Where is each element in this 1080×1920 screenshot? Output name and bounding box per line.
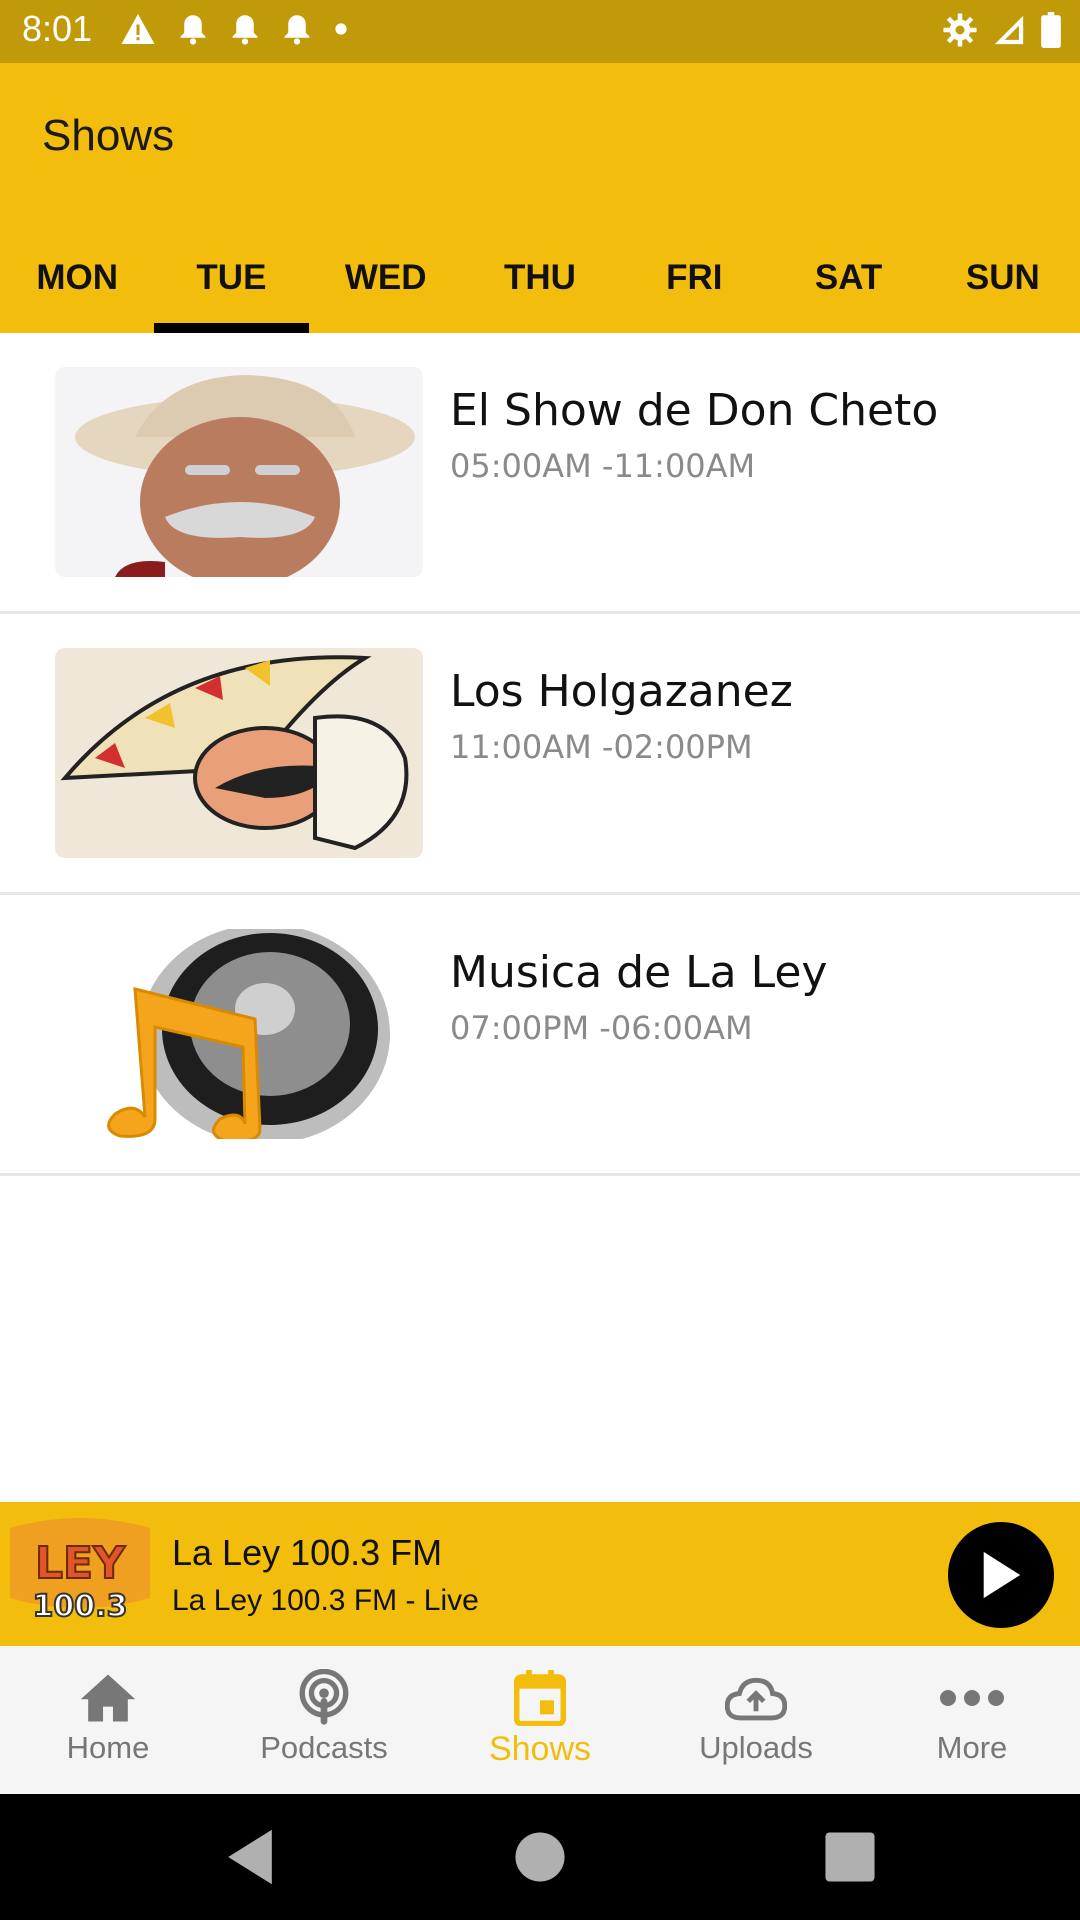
now-playing-bar[interactable]: LEY 100.3 La Ley 100.3 FM La Ley 100.3 F… (0, 1502, 1080, 1646)
calendar-icon (514, 1670, 566, 1726)
nav-shows[interactable]: Shows (432, 1646, 648, 1794)
podcast-icon (299, 1669, 349, 1725)
system-navigation-bar (0, 1794, 1080, 1920)
player-subtitle: La Ley 100.3 FM - Live (172, 1584, 479, 1617)
player-title: La Ley 100.3 FM (172, 1532, 443, 1573)
bell-icon (232, 15, 258, 45)
show-time: 11:00AM -02:00PM (450, 728, 753, 766)
show-row[interactable]: Los Holgazanez 11:00AM -02:00PM (0, 614, 1080, 895)
notification-icons (120, 12, 348, 46)
show-time: 05:00AM -11:00AM (450, 447, 756, 485)
show-list: El Show de Don Cheto 05:00AM -11:00AM Lo… (0, 333, 1080, 1176)
tab-mon[interactable]: MON (0, 223, 154, 333)
play-button[interactable] (948, 1522, 1054, 1628)
bell-icon (180, 15, 206, 45)
station-logo: LEY 100.3 (0, 1508, 160, 1644)
nav-home[interactable]: Home (0, 1646, 216, 1794)
show-thumbnail-host-photo (55, 367, 423, 577)
more-dots-icon (940, 1690, 1004, 1706)
page-title: Shows (42, 111, 175, 160)
svg-text:LEY: LEY (35, 1538, 126, 1589)
show-row[interactable]: El Show de Don Cheto 05:00AM -11:00AM (0, 333, 1080, 614)
home-icon (80, 1674, 136, 1722)
status-bar: 8:01 (0, 0, 1080, 63)
home-circle-icon[interactable] (512, 1827, 568, 1887)
battery-icon (1041, 12, 1061, 48)
tab-sun[interactable]: SUN (926, 223, 1080, 333)
cloud-upload-icon (725, 1677, 787, 1721)
show-thumbnail-speaker (55, 929, 423, 1139)
tab-sat[interactable]: SAT (771, 223, 925, 333)
nav-more-label: More (936, 1730, 1008, 1765)
dot-icon (335, 23, 347, 35)
show-name: El Show de Don Cheto (450, 385, 939, 436)
nav-podcasts[interactable]: Podcasts (216, 1646, 432, 1794)
show-name: Musica de La Ley (450, 947, 828, 998)
show-thumbnail-cartoon (55, 648, 423, 858)
warning-icon (121, 14, 155, 44)
day-tabs: MON TUE WED THU FRI SAT SUN (0, 223, 1080, 333)
status-time: 8:01 (22, 8, 93, 49)
tab-thu[interactable]: THU (463, 223, 617, 333)
nav-home-label: Home (66, 1730, 150, 1765)
app-bar: Shows MON TUE WED THU FRI SAT SUN (0, 63, 1080, 333)
tab-wed[interactable]: WED (309, 223, 463, 333)
svg-text:100.3: 100.3 (33, 1589, 128, 1624)
nav-more[interactable]: More (864, 1646, 1080, 1794)
bell-icon (284, 15, 310, 45)
tab-tue[interactable]: TUE (154, 223, 309, 333)
show-time: 07:00PM -06:00AM (450, 1009, 753, 1047)
nav-uploads[interactable]: Uploads (648, 1646, 864, 1794)
play-icon (983, 1551, 1021, 1599)
bottom-navigation: Home Podcasts Shows Uploads More (0, 1646, 1080, 1794)
recents-icon[interactable] (822, 1827, 878, 1887)
settings-gear-icon (943, 13, 977, 47)
show-name: Los Holgazanez (450, 666, 793, 717)
tab-fri[interactable]: FRI (617, 223, 771, 333)
nav-podcasts-label: Podcasts (260, 1730, 388, 1765)
system-icons (942, 12, 1062, 48)
nav-shows-label: Shows (488, 1730, 592, 1768)
signal-icon (994, 15, 1024, 45)
show-row[interactable]: Musica de La Ley 07:00PM -06:00AM (0, 895, 1080, 1176)
nav-uploads-label: Uploads (699, 1730, 813, 1765)
back-icon[interactable] (222, 1827, 278, 1887)
